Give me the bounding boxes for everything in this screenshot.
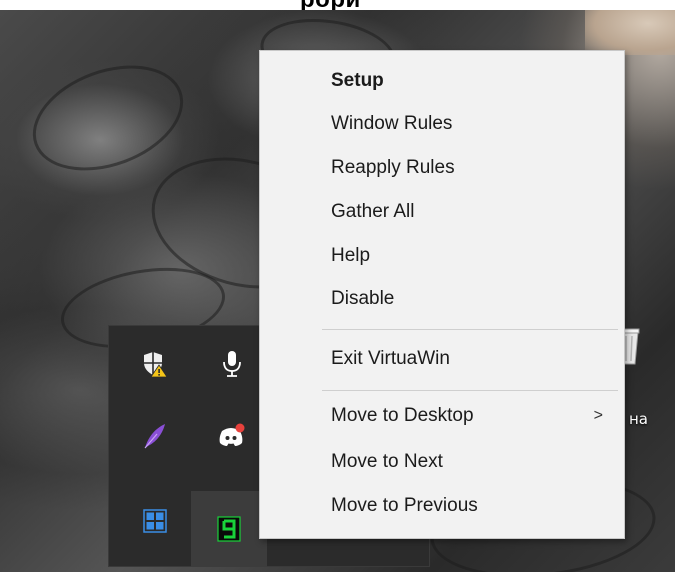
menu-item-label: Move to Next xyxy=(331,451,443,472)
menu-separator xyxy=(322,329,618,330)
tray-cell-discord[interactable] xyxy=(202,406,262,466)
tray-cell-security[interactable] xyxy=(125,334,185,394)
menu-item-label: Reapply Rules xyxy=(331,157,455,178)
microphone-icon xyxy=(223,351,241,377)
menu-item-move-to-desktop[interactable]: Move to Desktop > xyxy=(260,397,624,435)
wallpaper-highlight xyxy=(585,10,675,55)
tray-cell-app-grid[interactable] xyxy=(125,491,185,551)
menu-item-label: Exit VirtuaWin xyxy=(331,348,450,369)
menu-item-gather-all[interactable]: Gather All xyxy=(260,193,624,231)
menu-item-setup[interactable]: Setup xyxy=(260,62,624,100)
menu-item-label: Window Rules xyxy=(331,113,453,134)
menu-item-reapply-rules[interactable]: Reapply Rules xyxy=(260,149,624,187)
menu-separator xyxy=(322,390,618,391)
menu-item-move-to-next[interactable]: Move to Next xyxy=(260,443,624,481)
top-strip: рори xyxy=(0,0,675,10)
menu-item-help[interactable]: Help xyxy=(260,237,624,275)
virtuawin-desktop-number-icon xyxy=(217,516,241,542)
tray-cell-feather[interactable] xyxy=(125,406,185,466)
menu-item-label: Move to Desktop xyxy=(331,405,474,426)
menu-item-label: Disable xyxy=(331,288,395,309)
app-grid-icon xyxy=(143,509,167,533)
wallpaper-fold xyxy=(18,46,198,190)
menu-item-label: Gather All xyxy=(331,201,415,222)
windows-security-warning-icon xyxy=(144,352,168,378)
discord-notification-icon xyxy=(219,423,245,446)
menu-item-label: Help xyxy=(331,245,371,266)
tray-cell-microphone[interactable] xyxy=(202,334,262,394)
menu-item-label: Setup xyxy=(331,70,384,91)
feather-icon xyxy=(144,424,165,449)
menu-item-disable[interactable]: Disable xyxy=(260,280,624,318)
menu-item-label: Move to Previous xyxy=(331,495,478,516)
menu-item-move-to-previous[interactable]: Move to Previous xyxy=(260,487,624,525)
virtuawin-context-menu: Setup Window Rules Reapply Rules Gather … xyxy=(259,50,625,539)
desktop-icon-label[interactable]: на xyxy=(629,410,648,428)
screen: рори на xyxy=(0,0,675,572)
window-title-fragment: рори xyxy=(300,0,540,10)
chevron-right-icon: > xyxy=(593,407,603,424)
menu-item-window-rules[interactable]: Window Rules xyxy=(260,105,624,143)
tray-cell-virtuawin[interactable] xyxy=(191,491,267,567)
menu-item-exit-virtuawin[interactable]: Exit VirtuaWin xyxy=(260,340,624,378)
